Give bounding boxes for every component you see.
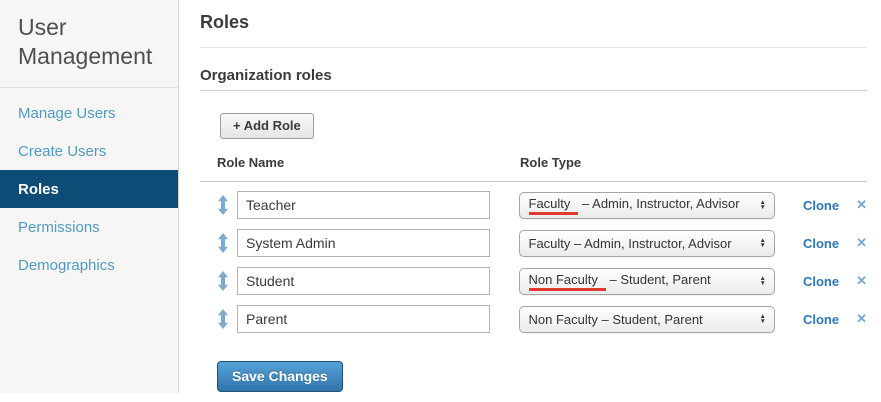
- sidebar-item-manage-users[interactable]: Manage Users: [0, 94, 178, 132]
- role-type-rest: – Student, Parent: [606, 272, 711, 287]
- role-type-select[interactable]: Faculty – Admin, Instructor, Advisor ▲▼: [519, 192, 775, 219]
- role-type-select[interactable]: Non Faculty – Student, Parent ▲▼: [519, 306, 775, 333]
- remove-icon[interactable]: ✕: [856, 197, 867, 213]
- remove-icon[interactable]: ✕: [856, 311, 867, 327]
- sidebar: User Management Manage Users Create User…: [0, 0, 179, 393]
- table-row: Non Faculty – Student, Parent ▲▼ Clone ✕: [200, 305, 867, 333]
- select-stepper-icon: ▲▼: [760, 238, 766, 248]
- role-name-input[interactable]: [237, 305, 490, 333]
- role-name-input[interactable]: [237, 191, 490, 219]
- role-name-input[interactable]: [237, 267, 490, 295]
- role-type-select[interactable]: Faculty – Admin, Instructor, Advisor ▲▼: [519, 230, 775, 257]
- role-type-select[interactable]: Non Faculty – Student, Parent ▲▼: [519, 268, 775, 295]
- clone-link[interactable]: Clone: [803, 312, 839, 327]
- drag-handle-icon[interactable]: [217, 309, 229, 329]
- table-header: Role Name Role Type: [200, 155, 867, 182]
- table-row: Non Faculty – Student, Parent ▲▼ Clone ✕: [200, 267, 867, 295]
- column-header-role-type: Role Type: [520, 155, 581, 170]
- clone-link[interactable]: Clone: [803, 274, 839, 289]
- clone-link[interactable]: Clone: [803, 198, 839, 213]
- role-type-rest: Non Faculty – Student, Parent: [529, 312, 703, 327]
- role-type-value: Faculty – Admin, Instructor, Advisor: [529, 196, 740, 215]
- role-type-rest: – Admin, Instructor, Advisor: [578, 196, 739, 211]
- remove-icon[interactable]: ✕: [856, 273, 867, 289]
- sidebar-item-roles[interactable]: Roles: [0, 170, 178, 208]
- role-type-rest: Faculty – Admin, Instructor, Advisor: [529, 236, 732, 251]
- role-name-input[interactable]: [237, 229, 490, 257]
- sidebar-item-create-users[interactable]: Create Users: [0, 132, 178, 170]
- add-role-button[interactable]: + Add Role: [220, 113, 314, 139]
- select-stepper-icon: ▲▼: [760, 314, 766, 324]
- app-title: User Management: [0, 0, 178, 88]
- role-type-value: Faculty – Admin, Instructor, Advisor: [529, 236, 732, 251]
- role-type-value: Non Faculty – Student, Parent: [529, 272, 711, 291]
- table-row: Faculty – Admin, Instructor, Advisor ▲▼ …: [200, 229, 867, 257]
- drag-handle-icon[interactable]: [217, 195, 229, 215]
- select-stepper-icon: ▲▼: [760, 200, 766, 210]
- column-header-role-name: Role Name: [217, 155, 520, 170]
- save-changes-button[interactable]: Save Changes: [217, 361, 343, 392]
- section-title: Organization roles: [200, 48, 867, 91]
- drag-handle-icon[interactable]: [217, 233, 229, 253]
- table-row: Faculty – Admin, Instructor, Advisor ▲▼ …: [200, 191, 867, 219]
- page-title: Roles: [200, 0, 867, 48]
- annotated-text: Faculty: [529, 196, 579, 215]
- sidebar-item-demographics[interactable]: Demographics: [0, 246, 178, 284]
- sidebar-nav: Manage Users Create Users Roles Permissi…: [0, 88, 178, 284]
- annotated-text: Non Faculty: [529, 272, 606, 291]
- role-type-value: Non Faculty – Student, Parent: [529, 312, 703, 327]
- main-content: Roles Organization roles + Add Role Role…: [179, 0, 881, 402]
- role-rows: Faculty – Admin, Instructor, Advisor ▲▼ …: [200, 191, 867, 333]
- select-stepper-icon: ▲▼: [760, 276, 766, 286]
- remove-icon[interactable]: ✕: [856, 235, 867, 251]
- sidebar-item-permissions[interactable]: Permissions: [0, 208, 178, 246]
- clone-link[interactable]: Clone: [803, 236, 839, 251]
- drag-handle-icon[interactable]: [217, 271, 229, 291]
